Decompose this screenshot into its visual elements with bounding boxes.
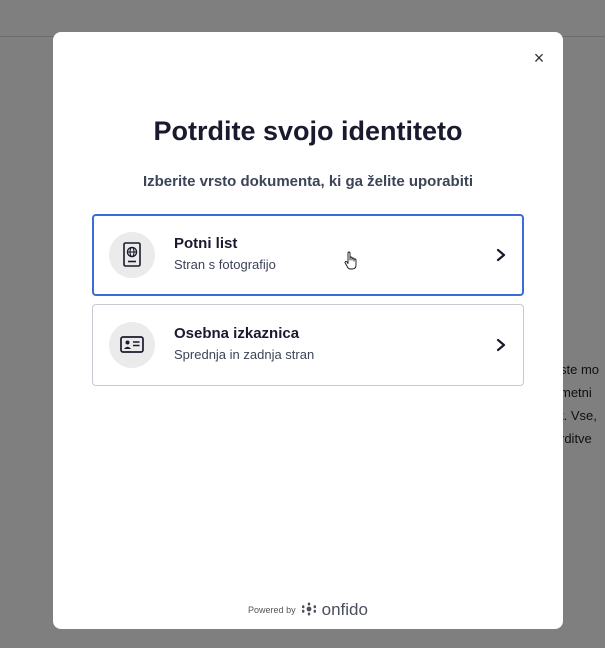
page: ste mo metni t. Vse, rditve × Potrdite s… [0,0,605,648]
document-option-id-card[interactable]: Osebna izkaznica Sprednja in zadnja stra… [92,304,524,386]
powered-by-label: Powered by [248,605,296,615]
onfido-logo-icon [301,602,317,618]
modal-title: Potrdite svojo identiteto [153,116,463,146]
document-option-passport[interactable]: Potni list Stran s fotografijo [92,214,524,296]
chevron-right-icon [493,335,509,355]
modal-subtitle: Izberite vrsto dokumenta, ki ga želite u… [142,173,474,190]
id-card-icon [109,322,155,368]
chevron-right-icon [493,245,509,265]
close-button[interactable]: × [529,48,549,68]
document-option-hint: Sprednja in zadnja stran [174,347,315,362]
document-selection-modal: × Potrdite svojo identiteto Izberite vrs… [53,32,563,629]
hand-cursor-icon [343,251,359,271]
document-option-label: Osebna izkaznica [174,325,300,342]
document-option-hint: Stran s fotografijo [174,257,276,272]
passport-icon [109,232,155,278]
onfido-brand: onfido [321,600,368,619]
document-option-label: Potni list [174,235,238,252]
powered-by-footer: Powered by onfido [53,600,563,620]
